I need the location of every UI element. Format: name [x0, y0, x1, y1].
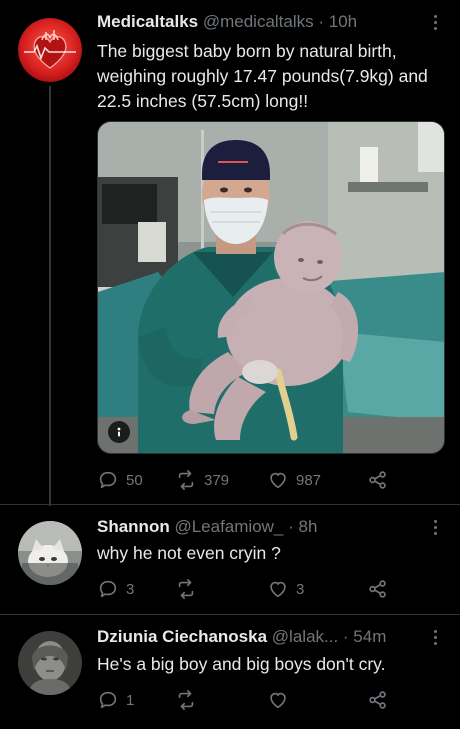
surgeon-holding-baby-photo [98, 122, 444, 453]
alt-text-icon[interactable] [108, 421, 130, 443]
heart-icon [270, 692, 286, 709]
tweet-header: Shannon @Leafamiow_ · 8h [97, 517, 430, 537]
user-handle[interactable]: @medicaltalks [203, 12, 314, 31]
retweet-icon [178, 470, 194, 490]
reply-tweet[interactable]: Shannon @Leafamiow_ · 8h why he not even… [0, 505, 460, 615]
more-options-icon[interactable] [434, 520, 438, 538]
timestamp[interactable]: · 10h [318, 12, 357, 31]
display-name[interactable]: Medicaltalks [97, 12, 198, 31]
tweet-header: Dziunia Ciechanoska @lalak... · 54m [97, 627, 430, 647]
tweet-photo[interactable] [97, 121, 445, 454]
user-handle[interactable]: @lalak... [272, 627, 338, 646]
reply-tweet[interactable]: Dziunia Ciechanoska @lalak... · 54m He's… [0, 615, 460, 729]
more-options-icon[interactable] [434, 630, 438, 648]
timestamp[interactable]: · 8h [288, 517, 317, 536]
retweet-button[interactable] [175, 577, 204, 601]
display-name[interactable]: Dziunia Ciechanoska [97, 627, 267, 646]
heart-icon [270, 472, 286, 489]
heart-icon [270, 581, 286, 598]
reply-icon [99, 691, 117, 709]
avatar[interactable] [18, 521, 82, 585]
tweet-actions: 1 [97, 688, 397, 712]
retweet-count: 379 [204, 471, 230, 489]
like-button[interactable]: 987 [267, 468, 321, 492]
display-name[interactable]: Shannon [97, 517, 170, 536]
statue-avatar-icon [18, 631, 82, 695]
reply-button[interactable]: 50 [97, 468, 143, 492]
share-button[interactable] [367, 577, 389, 601]
tweet-text: He's a big boy and big boys don't cry. [97, 654, 386, 674]
share-icon [369, 691, 386, 709]
like-count: 987 [296, 471, 322, 489]
reply-button[interactable]: 3 [97, 577, 134, 601]
user-handle[interactable]: @Leafamiow_ [174, 517, 283, 536]
tweet-text: The biggest baby born by natural birth, … [97, 41, 428, 111]
like-count: 3 [296, 580, 305, 598]
reply-icon [99, 580, 117, 598]
like-button[interactable] [267, 688, 296, 712]
reply-count: 3 [126, 580, 135, 598]
share-button[interactable] [367, 688, 389, 712]
tweet-actions: 3 3 [97, 577, 397, 601]
more-options-icon[interactable] [434, 15, 438, 33]
reply-icon [99, 471, 117, 489]
reply-count: 50 [126, 471, 143, 489]
cat-avatar-icon [18, 521, 82, 585]
reply-button[interactable]: 1 [97, 688, 134, 712]
tweet-actions: 50 379 987 [97, 468, 397, 492]
share-icon [369, 471, 386, 489]
retweet-button[interactable]: 379 [175, 468, 229, 492]
share-button[interactable] [367, 468, 389, 492]
reply-count: 1 [126, 691, 135, 709]
tweet-text: why he not even cryin ? [97, 543, 281, 563]
timestamp[interactable]: · 54m [343, 627, 386, 646]
heart-logo-icon [18, 18, 82, 82]
avatar[interactable] [18, 631, 82, 695]
retweet-button[interactable] [175, 688, 204, 712]
share-icon [369, 580, 386, 598]
tweet-header: Medicaltalks @medicaltalks · 10h [97, 12, 430, 32]
tweet-main[interactable]: Medicaltalks @medicaltalks · 10h The big… [0, 0, 460, 500]
avatar[interactable] [18, 18, 82, 82]
retweet-icon [178, 579, 194, 599]
like-button[interactable]: 3 [267, 577, 304, 601]
retweet-icon [178, 690, 194, 710]
